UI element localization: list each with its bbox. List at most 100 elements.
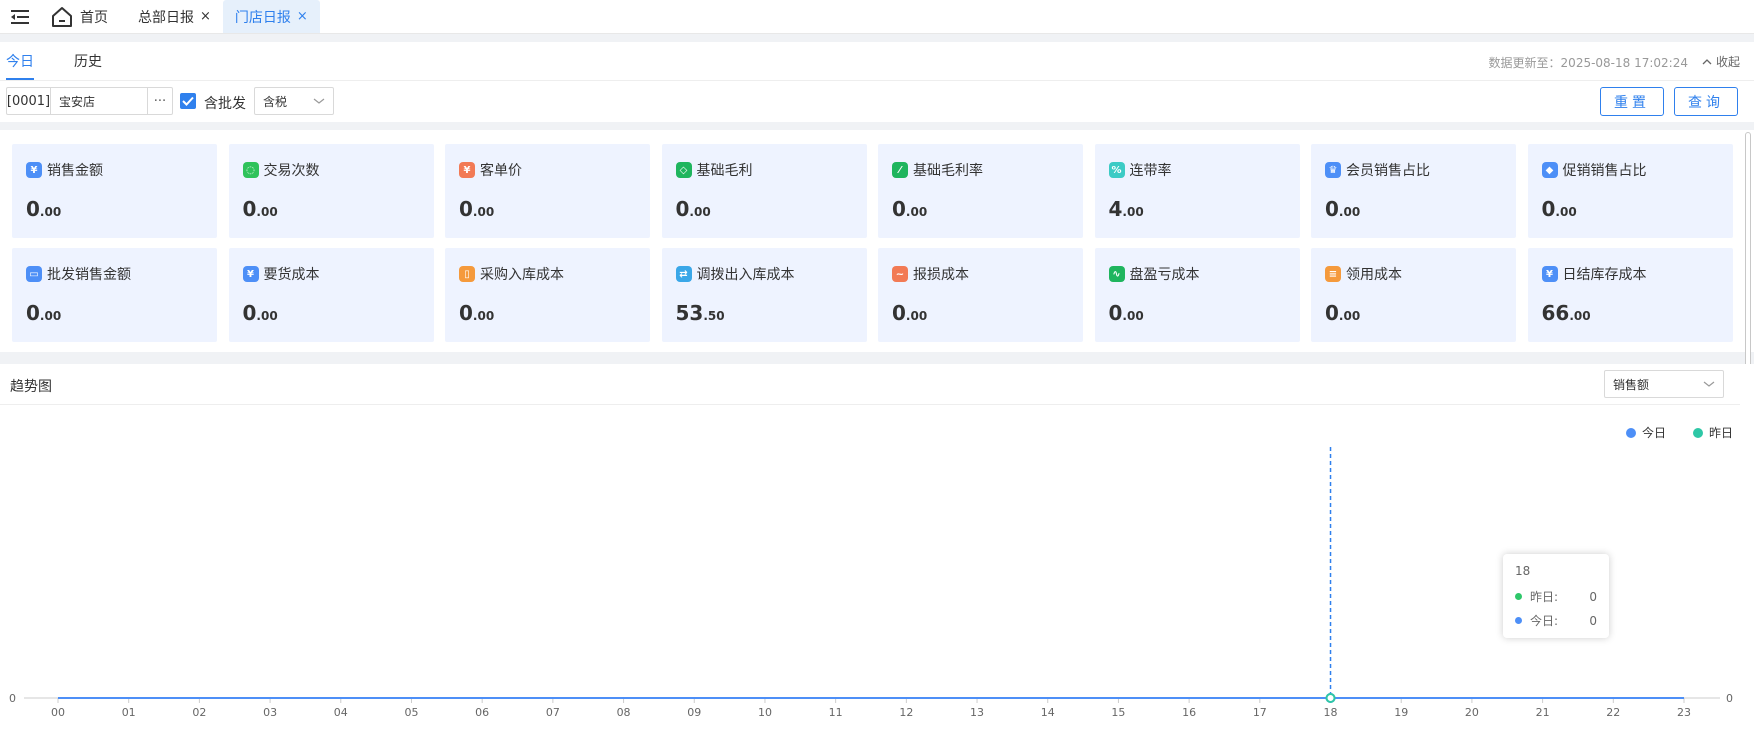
tooltip-value: 0 bbox=[1589, 589, 1597, 604]
stat-value-dec: .50 bbox=[703, 309, 725, 323]
x-tick-label: 01 bbox=[122, 706, 136, 719]
stat-card-title: ¥ 日结库存成本 bbox=[1541, 264, 1647, 284]
x-tick-label: 16 bbox=[1182, 706, 1196, 719]
close-icon[interactable]: × bbox=[297, 9, 308, 24]
stat-card-label: 客单价 bbox=[480, 163, 522, 179]
close-icon[interactable]: × bbox=[200, 9, 211, 24]
stat-value-dec: .00 bbox=[39, 205, 62, 219]
trend-chart[interactable]: 0 000 01 02 03 04 05 06 07 08 09 10 11 12 13 14 15 16 17 18… bbox=[0, 364, 1754, 731]
x-tick-label: 19 bbox=[1394, 706, 1408, 719]
stat-value-int: 4 bbox=[1108, 197, 1123, 221]
subtab-history[interactable]: 历史 bbox=[68, 42, 108, 80]
tooltip-hour: 18 bbox=[1515, 564, 1531, 578]
stat-card: ∿ 盘盈亏成本 0.00 bbox=[1094, 248, 1300, 342]
clipboard-icon: ≡ bbox=[1325, 266, 1341, 282]
stat-card-title: ♛ 会员销售占比 bbox=[1325, 160, 1430, 180]
tax-mode-value: 含税 bbox=[263, 94, 288, 109]
stat-card-value: 0.00 bbox=[1325, 301, 1360, 325]
wallet-icon: ¥ bbox=[26, 162, 42, 178]
collapse-button[interactable]: 收起 bbox=[1702, 53, 1740, 70]
stat-card-label: 要货成本 bbox=[263, 267, 320, 283]
stat-card-title: ⇄ 调拨出入库成本 bbox=[675, 264, 795, 284]
stat-card-title: ▯ 采购入库成本 bbox=[459, 264, 564, 284]
x-tick-label: 00 bbox=[51, 706, 65, 719]
tax-mode-select[interactable]: 含税 bbox=[254, 87, 334, 115]
monitor-icon: ▭ bbox=[26, 266, 42, 282]
tab-hq-daily[interactable]: 总部日报 × bbox=[126, 0, 223, 33]
store-more-button[interactable]: ··· bbox=[148, 88, 172, 114]
stat-card-title: ◇ 基础毛利 bbox=[675, 160, 753, 180]
trend-panel: 趋势图 销售额 今日 昨日 0 0 00 01 02 03 04 05 06 07 08 09 10 11… bbox=[0, 364, 1754, 731]
stat-card-title: ¥ 客单价 bbox=[459, 160, 522, 180]
stat-value-dec: .00 bbox=[1555, 205, 1577, 219]
stat-card-title: ~ 报损成本 bbox=[892, 264, 969, 284]
query-button[interactable]: 查询 bbox=[1674, 87, 1738, 116]
divider bbox=[0, 80, 1754, 81]
menu-toggle-button[interactable] bbox=[0, 0, 40, 34]
stat-value-dec: .00 bbox=[472, 309, 495, 323]
store-selector[interactable]: [0001] 宝安店 ··· bbox=[6, 87, 173, 115]
stat-value-dec: .00 bbox=[905, 205, 928, 219]
chevron-up-icon bbox=[1702, 58, 1712, 64]
stat-card-title: ▭ 批发销售金额 bbox=[26, 264, 131, 284]
transfer-icon: ⇄ bbox=[675, 266, 692, 282]
tab-store-daily[interactable]: 门店日报 × bbox=[222, 0, 320, 33]
stat-card-value: 0.00 bbox=[459, 197, 494, 221]
x-tick-label: 02 bbox=[192, 706, 206, 719]
stat-card-value: 0.00 bbox=[26, 301, 61, 325]
stat-card: ◆ 促销销售占比 0.00 bbox=[1527, 144, 1733, 238]
stat-value-int: 0 bbox=[242, 197, 257, 221]
stat-card: ¥ 日结库存成本 66.00 bbox=[1527, 248, 1733, 342]
tab-home[interactable]: 首页 bbox=[40, 0, 120, 33]
stat-value-dec: .00 bbox=[1569, 309, 1591, 323]
stat-card-value: 0.00 bbox=[676, 197, 711, 221]
stat-card-value: 0.00 bbox=[243, 197, 278, 221]
menu-indent-icon bbox=[11, 9, 29, 24]
stat-card-label: 交易次数 bbox=[263, 163, 320, 179]
x-tick-label: 22 bbox=[1606, 706, 1620, 719]
stat-value-int: 0 bbox=[26, 301, 40, 325]
include-wholesale-label: 含批发 bbox=[204, 96, 246, 112]
stat-card-title: ⁄ 基础毛利率 bbox=[892, 160, 983, 180]
tooltip-row-today: 今日: 0 bbox=[1515, 612, 1597, 629]
stat-card-value: 0.00 bbox=[1325, 197, 1360, 221]
stat-card-label: 促销销售占比 bbox=[1562, 163, 1647, 179]
stat-card-title: ◆ 促销销售占比 bbox=[1541, 160, 1647, 180]
include-wholesale-checkbox[interactable] bbox=[180, 93, 196, 109]
stat-card-value: 0.00 bbox=[1542, 197, 1577, 221]
stat-card-label: 调拨出入库成本 bbox=[696, 267, 795, 283]
stat-value-dec: .00 bbox=[905, 309, 928, 323]
stat-value-dec: .00 bbox=[256, 205, 278, 219]
stat-card-title: ¥ 要货成本 bbox=[242, 264, 320, 284]
x-tick-label: 07 bbox=[546, 706, 560, 719]
x-tick-label: 14 bbox=[1041, 706, 1055, 719]
stat-value-dec: .00 bbox=[1122, 309, 1144, 323]
stat-card-value: 0.00 bbox=[892, 301, 927, 325]
stat-value-int: 0 bbox=[459, 301, 473, 325]
reset-button[interactable]: 重置 bbox=[1600, 87, 1664, 116]
subtab-today[interactable]: 今日 bbox=[0, 42, 40, 80]
x-tick-label: 10 bbox=[758, 706, 772, 719]
tooltip-label: 今日: bbox=[1530, 614, 1559, 628]
stat-value-dec: .00 bbox=[39, 309, 62, 323]
chart-tooltip: 18 昨日: 0 今日: 0 bbox=[1503, 554, 1609, 638]
yen-coin-icon: ¥ bbox=[242, 266, 259, 282]
tab-home-label: 首页 bbox=[80, 9, 108, 26]
stat-card: ◌ 交易次数 0.00 bbox=[228, 144, 434, 238]
stats-panel: ¥ 销售金额 0.00 ◌ 交易次数 0.00 ¥ 客单价 0.00 ◇ 基础毛利 0.00 ⁄ 基础毛利… bbox=[0, 130, 1754, 552]
x-tick-label: 11 bbox=[829, 706, 843, 719]
stat-card-title: % 连带率 bbox=[1108, 160, 1172, 180]
stat-value-dec: .00 bbox=[256, 309, 278, 323]
stat-card-title: ∿ 盘盈亏成本 bbox=[1108, 264, 1200, 284]
store-name-input[interactable]: 宝安店 bbox=[51, 88, 148, 114]
stat-value-int: 0 bbox=[242, 301, 257, 325]
x-tick-label: 20 bbox=[1465, 706, 1479, 719]
stat-value-dec: .00 bbox=[1338, 205, 1361, 219]
home-icon bbox=[52, 6, 72, 27]
stat-card-label: 会员销售占比 bbox=[1346, 163, 1430, 179]
percent-icon: % bbox=[1108, 162, 1125, 178]
tab-hq-daily-label: 总部日报 bbox=[138, 9, 194, 26]
stat-value-int: 0 bbox=[1108, 301, 1123, 325]
stat-value-int: 0 bbox=[1325, 301, 1339, 325]
filter-panel: 今日 历史 数据更新至：2025-08-18 17:02:24 收起 [0001… bbox=[0, 42, 1754, 122]
